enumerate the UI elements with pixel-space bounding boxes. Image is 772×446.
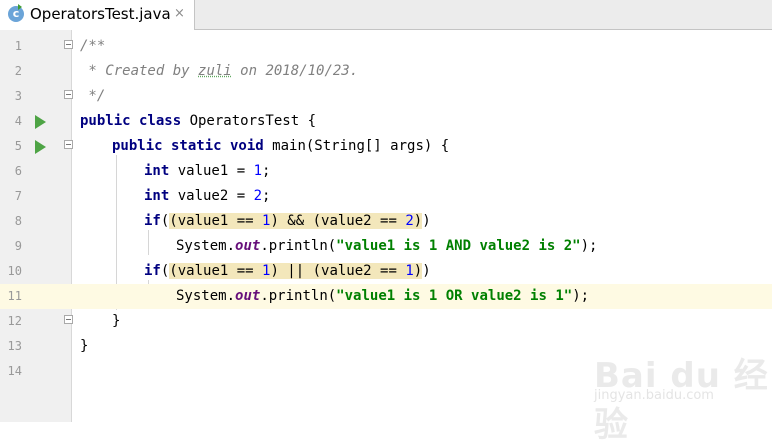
close-tab-icon[interactable]: × — [174, 6, 185, 21]
code-text: public class OperatorsTest { — [80, 113, 317, 129]
line-number: 8 — [14, 214, 22, 228]
line-number: 11 — [7, 289, 22, 303]
line-number: 10 — [7, 264, 22, 278]
code-text: if((value1 == 1) && (value2 == 2)) — [144, 213, 431, 229]
code-text: System.out.println("value1 is 1 OR value… — [176, 288, 590, 304]
code-line[interactable]: 8 if((value1 == 1) && (value2 == 2)) — [0, 209, 772, 234]
code-text: /** — [80, 38, 106, 54]
fold-marker-icon[interactable] — [64, 40, 73, 49]
code-text: int value2 = 2; — [144, 188, 271, 204]
run-main-icon[interactable] — [35, 140, 46, 154]
code-text: * Created by zuli on 2018/10/23. — [80, 63, 359, 79]
code-text: System.out.println("value1 is 1 AND valu… — [176, 238, 598, 254]
tab-title: OperatorsTest.java — [30, 5, 171, 23]
line-number: 13 — [7, 339, 22, 353]
condition-highlight: (value1 == 1) && (value2 == 2) — [169, 213, 423, 229]
line-number: 5 — [14, 139, 22, 153]
tab-operatorstest-java[interactable]: c OperatorsTest.java × — [0, 0, 195, 30]
code-line[interactable]: 4 public class OperatorsTest { — [0, 109, 772, 134]
runnable-badge-icon — [18, 4, 22, 10]
fold-marker-icon[interactable] — [64, 90, 73, 99]
run-class-icon[interactable] — [35, 115, 46, 129]
watermark-url: jingyan.baidu.com — [594, 388, 714, 403]
code-line[interactable]: 10 if((value1 == 1) || (value2 == 1)) — [0, 259, 772, 284]
code-text: if((value1 == 1) || (value2 == 1)) — [144, 263, 431, 279]
editor-tab-bar: c OperatorsTest.java × — [0, 0, 772, 30]
code-text: int value1 = 1; — [144, 163, 271, 179]
line-number: 2 — [14, 64, 22, 78]
fold-marker-icon[interactable] — [64, 140, 73, 149]
line-number: 7 — [14, 189, 22, 203]
code-line[interactable]: 7 int value2 = 2; — [0, 184, 772, 209]
fold-marker-icon[interactable] — [64, 315, 73, 324]
line-number: 3 — [14, 89, 22, 103]
code-line-current[interactable]: 11 System.out.println("value1 is 1 OR va… — [0, 284, 772, 309]
condition-highlight: (value1 == 1) || (value2 == 1) — [169, 263, 423, 279]
code-line[interactable]: 2 * Created by zuli on 2018/10/23. — [0, 59, 772, 84]
code-text: public static void main(String[] args) { — [112, 138, 450, 154]
line-number: 12 — [7, 314, 22, 328]
line-number: 14 — [7, 364, 22, 378]
code-text: } — [80, 338, 89, 354]
code-line[interactable]: 9 System.out.println("value1 is 1 AND va… — [0, 234, 772, 259]
baidu-watermark: Bai du 经验 jingyan.baidu.com — [590, 330, 770, 445]
code-line[interactable]: 1 /** — [0, 34, 772, 59]
line-number: 4 — [14, 114, 22, 128]
code-text: */ — [80, 88, 106, 104]
line-number: 6 — [14, 164, 22, 178]
code-line[interactable]: 3 */ — [0, 84, 772, 109]
line-number: 9 — [14, 239, 22, 253]
code-text: } — [112, 313, 121, 329]
line-number: 1 — [14, 39, 22, 53]
code-line[interactable]: 5 public static void main(String[] args)… — [0, 134, 772, 159]
code-line[interactable]: 6 int value1 = 1; — [0, 159, 772, 184]
